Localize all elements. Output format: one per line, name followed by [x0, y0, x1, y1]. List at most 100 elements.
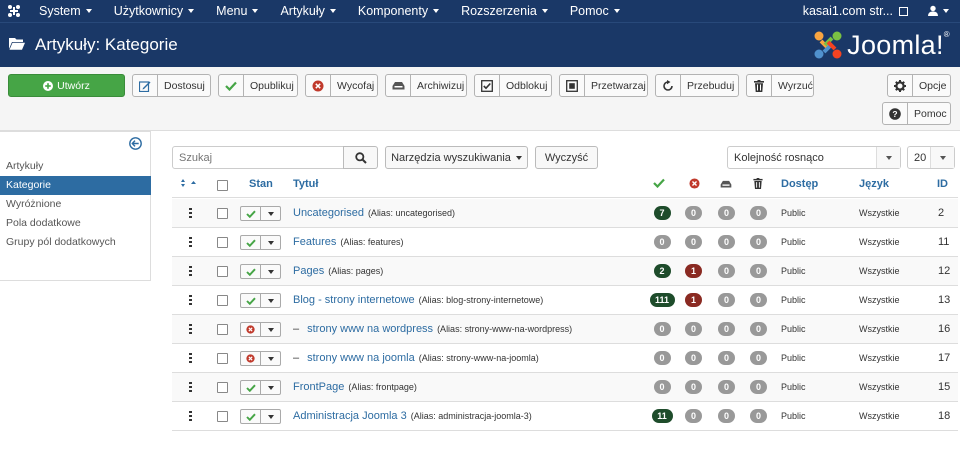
- category-title-link[interactable]: Administracja Joomla 3: [293, 410, 407, 422]
- sort-ordering-icon[interactable]: [180, 178, 198, 191]
- row-checkbox[interactable]: [217, 199, 228, 227]
- status-toggle[interactable]: [240, 264, 281, 279]
- chevron-down-icon[interactable]: [261, 356, 280, 361]
- sidebar-item[interactable]: Kategorie: [0, 176, 151, 195]
- publish-button[interactable]: Opublikuj: [218, 74, 298, 97]
- clear-button[interactable]: Wyczyść: [535, 146, 598, 169]
- category-title-link[interactable]: Uncategorised: [293, 207, 364, 219]
- count-badge[interactable]: 0: [653, 322, 671, 336]
- chevron-down-icon[interactable]: [261, 240, 280, 245]
- row-checkbox[interactable]: [217, 315, 228, 343]
- status-toggle[interactable]: [240, 293, 281, 308]
- checkin-button[interactable]: Odblokuj: [474, 74, 552, 97]
- count-badge[interactable]: 0: [718, 351, 735, 365]
- count-badge[interactable]: 0: [750, 235, 767, 249]
- top-menu-item[interactable]: Pomoc: [559, 0, 631, 22]
- count-badge[interactable]: 0: [718, 409, 735, 423]
- count-badge[interactable]: 1: [685, 264, 702, 278]
- count-badge[interactable]: 0: [718, 293, 735, 307]
- status-toggle[interactable]: [240, 235, 281, 250]
- count-badge[interactable]: 0: [750, 380, 767, 394]
- drag-handle-icon[interactable]: [188, 315, 192, 343]
- help-button[interactable]: ? Pomoc: [882, 102, 951, 125]
- drag-handle-icon[interactable]: [188, 402, 192, 430]
- drag-handle-icon[interactable]: [188, 199, 192, 227]
- count-badge[interactable]: 0: [685, 235, 702, 249]
- count-badge[interactable]: 0: [750, 409, 767, 423]
- drag-handle-icon[interactable]: [188, 373, 192, 401]
- count-badge[interactable]: 7: [653, 206, 671, 220]
- options-button[interactable]: Opcje: [887, 74, 951, 97]
- count-badge[interactable]: 0: [718, 235, 735, 249]
- chevron-down-icon[interactable]: [261, 269, 280, 274]
- row-checkbox[interactable]: [217, 402, 228, 430]
- drag-handle-icon[interactable]: [188, 257, 192, 285]
- status-toggle[interactable]: [240, 322, 281, 337]
- chevron-down-icon[interactable]: [261, 211, 280, 216]
- count-badge[interactable]: 0: [685, 351, 702, 365]
- count-badge[interactable]: 0: [653, 235, 671, 249]
- status-toggle[interactable]: [240, 380, 281, 395]
- status-toggle[interactable]: [240, 409, 281, 424]
- category-title-link[interactable]: strony www na wordpress: [307, 323, 433, 335]
- count-badge[interactable]: 0: [685, 206, 702, 220]
- category-title-link[interactable]: FrontPage: [293, 381, 344, 393]
- count-badge[interactable]: 0: [653, 351, 671, 365]
- top-menu-item[interactable]: System: [28, 0, 103, 22]
- status-toggle[interactable]: [240, 351, 281, 366]
- create-button[interactable]: Utwórz: [8, 74, 125, 97]
- count-badge[interactable]: 0: [750, 264, 767, 278]
- sidebar-item[interactable]: Pola dodatkowe: [0, 214, 151, 233]
- joomla-icon[interactable]: [0, 0, 28, 22]
- drag-handle-icon[interactable]: [188, 228, 192, 256]
- count-badge[interactable]: 0: [718, 380, 735, 394]
- limit-select[interactable]: 20: [907, 146, 955, 169]
- count-badge[interactable]: 0: [750, 322, 767, 336]
- header-title[interactable]: Tytuł: [293, 178, 318, 190]
- trash-button[interactable]: Wyrzuć: [746, 74, 814, 97]
- count-badge[interactable]: 0: [685, 322, 702, 336]
- collapse-sidebar-icon[interactable]: [129, 137, 142, 150]
- user-menu[interactable]: [916, 5, 960, 17]
- header-access[interactable]: Dostęp: [781, 178, 818, 190]
- count-badge[interactable]: 0: [685, 409, 702, 423]
- header-language[interactable]: Język: [859, 178, 889, 190]
- top-menu-item[interactable]: Artykuły: [269, 0, 346, 22]
- chevron-down-icon[interactable]: [261, 385, 280, 390]
- count-badge[interactable]: 0: [718, 322, 735, 336]
- count-badge[interactable]: 111: [649, 293, 675, 307]
- sidebar-item[interactable]: Artykuły: [0, 157, 151, 176]
- count-badge[interactable]: 0: [718, 264, 735, 278]
- chevron-down-icon[interactable]: [261, 414, 280, 419]
- count-badge[interactable]: 0: [750, 293, 767, 307]
- drag-handle-icon[interactable]: [188, 286, 192, 314]
- ordering-select[interactable]: Kolejność rosnąco: [727, 146, 901, 169]
- select-all-checkbox[interactable]: [217, 180, 228, 191]
- count-badge[interactable]: 11: [651, 409, 673, 423]
- rebuild-button[interactable]: Przebuduj: [655, 74, 739, 97]
- top-menu-item[interactable]: Użytkownicy: [103, 0, 205, 22]
- row-checkbox[interactable]: [217, 286, 228, 314]
- drag-handle-icon[interactable]: [188, 344, 192, 372]
- status-toggle[interactable]: [240, 206, 281, 221]
- search-tools-button[interactable]: Narzędzia wyszukiwania: [385, 146, 528, 169]
- search-button[interactable]: [343, 146, 378, 169]
- count-badge[interactable]: 0: [750, 351, 767, 365]
- count-badge[interactable]: 1: [685, 293, 702, 307]
- row-checkbox[interactable]: [217, 344, 228, 372]
- header-id[interactable]: ID: [937, 178, 948, 190]
- row-checkbox[interactable]: [217, 257, 228, 285]
- sidebar-item[interactable]: Wyróżnione: [0, 195, 151, 214]
- top-menu-item[interactable]: Komponenty: [347, 0, 450, 22]
- count-badge[interactable]: 2: [653, 264, 671, 278]
- header-status[interactable]: Stan: [249, 178, 273, 190]
- archive-button[interactable]: Archiwizuj: [385, 74, 467, 97]
- category-title-link[interactable]: Pages: [293, 265, 324, 277]
- count-badge[interactable]: 0: [685, 380, 702, 394]
- sidebar-item[interactable]: Grupy pól dodatkowych: [0, 233, 151, 252]
- unpublish-button[interactable]: Wycofaj: [305, 74, 378, 97]
- chevron-down-icon[interactable]: [261, 298, 280, 303]
- site-link[interactable]: kasai1.com str...: [803, 4, 916, 18]
- category-title-link[interactable]: Features: [293, 236, 336, 248]
- count-badge[interactable]: 0: [653, 380, 671, 394]
